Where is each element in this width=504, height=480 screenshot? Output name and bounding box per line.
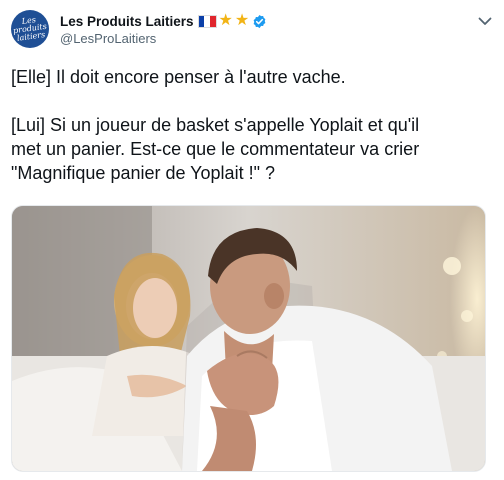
bedroom-couple-photo <box>12 206 485 471</box>
avatar[interactable]: Les produits laitiers <box>11 10 49 48</box>
star-icon: ★ <box>234 12 250 29</box>
tweet-text: [Elle] Il doit encore penser à l'autre v… <box>11 65 495 185</box>
tweet-card: Les produits laitiers Les Produits Laiti… <box>0 0 504 480</box>
tweet-line: "Magnifique panier de Yoplait !" ? <box>11 163 275 183</box>
tweet-line: met un panier. Est-ce que le commentateu… <box>11 139 420 159</box>
star-icon: ★ <box>218 12 233 29</box>
name-row: Les Produits Laitiers ★ ★ <box>60 11 460 31</box>
tweet-header: Les Produits Laitiers ★ ★ @LesProLaitier… <box>60 11 460 47</box>
verified-icon <box>253 14 266 28</box>
tweet-line: [Lui] Si un joueur de basket s'appelle Y… <box>11 115 420 135</box>
flag-france-icon <box>197 14 217 28</box>
tweet-photo[interactable] <box>11 205 486 472</box>
tweet-line: [Elle] Il doit encore penser à l'autre v… <box>11 67 346 87</box>
user-handle[interactable]: @LesProLaitiers <box>60 31 460 47</box>
display-name[interactable]: Les Produits Laitiers <box>60 14 194 29</box>
avatar-logo-text: Les produits laitiers <box>12 15 48 43</box>
more-options-icon[interactable] <box>477 15 493 27</box>
